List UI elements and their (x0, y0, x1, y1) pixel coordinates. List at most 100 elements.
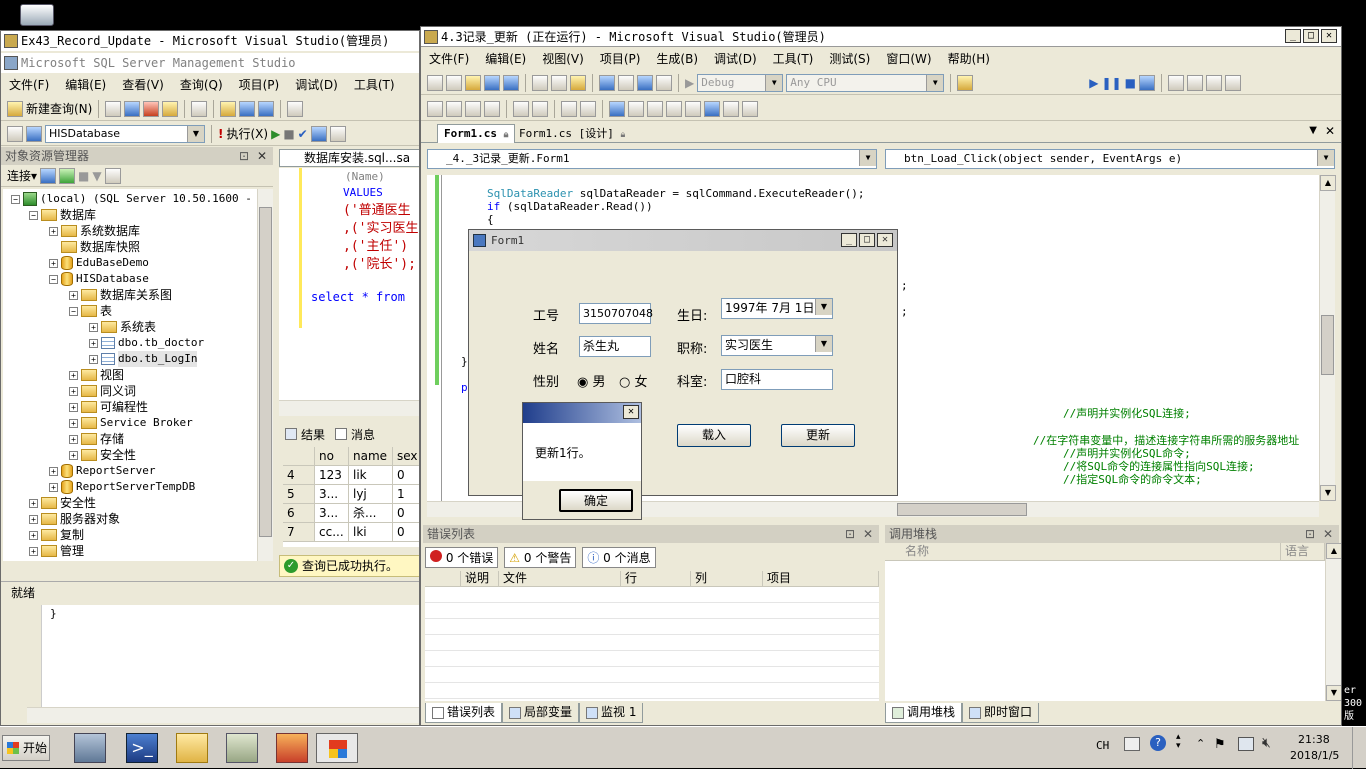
uncomment-icon[interactable] (580, 100, 596, 117)
menu-test[interactable]: 测试(S) (829, 48, 870, 70)
tree-tables[interactable]: − 表 (69, 303, 112, 319)
error-col-description[interactable]: 说明 (461, 571, 499, 587)
error-col-file[interactable]: 文件 (499, 571, 621, 587)
menu-file[interactable]: 文件(F) (9, 74, 49, 96)
scroll-thumb[interactable] (897, 503, 1027, 516)
close-icon[interactable]: ✕ (623, 405, 639, 419)
step-out-icon[interactable] (1224, 74, 1241, 91)
method-combo[interactable]: btn_Load_Click(object sender, EventArgs … (885, 149, 1335, 169)
start-debug-icon[interactable]: ▶ (685, 76, 694, 90)
tree-tb-login[interactable]: + dbo.tb_LogIn (89, 351, 198, 367)
show-next-statement-icon[interactable] (1167, 74, 1184, 91)
paste-icon[interactable] (570, 74, 586, 91)
menu-project[interactable]: 项目(P) (600, 48, 641, 70)
grid-cell[interactable]: lyj (349, 485, 393, 504)
options-icon[interactable]: ▴ ▾ (1176, 733, 1181, 751)
help-icon[interactable]: ? (1150, 735, 1166, 751)
debug-run-icon[interactable]: ▶ (271, 127, 280, 141)
menu-debug[interactable]: 调试(D) (295, 74, 338, 96)
save-all-icon[interactable] (258, 100, 275, 117)
show-hidden-icons[interactable]: ⌃ (1196, 737, 1205, 750)
results-grid[interactable]: no name sex 4 123 lik 0 5 3... lyj 1 6 3… (283, 447, 419, 547)
query-options-icon[interactable] (329, 125, 346, 142)
expand-icon[interactable]: + (89, 354, 98, 364)
radio-female[interactable]: ○ 女 (619, 371, 648, 390)
menu-view[interactable]: 查看(V) (122, 74, 164, 96)
navigate-forward-icon[interactable] (656, 74, 672, 91)
execute-button[interactable]: 执行(X) (226, 125, 268, 142)
grid-cell[interactable]: 1 (393, 485, 419, 504)
menu-tools[interactable]: 工具(T) (773, 48, 814, 70)
department-input[interactable]: 口腔科 (721, 369, 833, 390)
messages-filter-button[interactable]: ⓘ 0 个消息 (582, 546, 656, 568)
error-list-grid[interactable]: 说明 文件 行 列 项目 (425, 571, 879, 701)
expand-icon[interactable]: + (49, 258, 58, 268)
bookmark-folder-prev-icon[interactable] (666, 100, 682, 117)
stop-debugging-icon[interactable]: ■ (1125, 76, 1136, 90)
step-over-icon[interactable] (1205, 74, 1222, 91)
activity-monitor-icon[interactable] (287, 100, 304, 117)
tab-call-stack[interactable]: 调用堆栈 (885, 703, 963, 723)
error-col-line[interactable]: 行 (621, 571, 691, 587)
save-icon[interactable] (484, 74, 500, 91)
tab-watch[interactable]: 监视 1 (579, 703, 644, 723)
tree-security[interactable]: + 安全性 (29, 495, 96, 511)
menu-tools[interactable]: 工具(T) (354, 74, 395, 96)
database-combo[interactable]: HISDatabase (45, 124, 205, 143)
expand-icon[interactable]: + (69, 434, 78, 444)
tree-reportserver[interactable]: + ReportServer (49, 463, 155, 479)
collapse-icon[interactable]: − (11, 194, 20, 204)
recycle-bin-icon[interactable] (20, 4, 54, 26)
disconnect-icon[interactable] (59, 167, 76, 184)
ssms-taskbar-icon[interactable] (226, 733, 258, 763)
expand-icon[interactable]: + (49, 466, 58, 476)
grid-cell[interactable]: 0 (393, 504, 419, 523)
menu-build[interactable]: 生成(B) (656, 48, 698, 70)
expand-icon[interactable]: + (69, 386, 78, 396)
show-desktop-button[interactable] (1352, 727, 1366, 769)
redo-icon[interactable] (618, 74, 634, 91)
grid-cell[interactable]: 3... (315, 485, 349, 504)
query-file-icon[interactable] (105, 100, 122, 117)
collapse-icon[interactable]: − (49, 274, 58, 284)
collapse-icon[interactable]: − (29, 210, 38, 220)
menu-window[interactable]: 窗口(W) (886, 48, 931, 70)
navigate-back-icon[interactable] (637, 74, 653, 91)
radio-male[interactable]: ◉ 男 (577, 371, 606, 390)
tree-views[interactable]: + 视图 (69, 367, 124, 383)
connect-dropdown[interactable]: 连接▾ (7, 167, 37, 184)
align-centers-icon[interactable] (446, 100, 462, 117)
tree-system-tables[interactable]: + 系统表 (89, 319, 156, 335)
close-icon[interactable]: ✕ (863, 525, 873, 543)
font-size-icon[interactable] (484, 100, 500, 117)
expand-icon[interactable]: + (49, 226, 58, 236)
bookmark-folder-next-icon[interactable] (685, 100, 701, 117)
stop-icon[interactable]: ■ (78, 169, 89, 183)
update-button[interactable]: 更新 (781, 424, 855, 447)
messages-tab[interactable]: 消息 (351, 426, 375, 443)
expand-icon[interactable]: + (29, 498, 38, 508)
new-file-icon[interactable] (191, 100, 208, 117)
grid-row-number[interactable]: 5 (283, 485, 315, 504)
menu-project[interactable]: 项目(P) (239, 74, 280, 96)
minimize-icon[interactable]: _ (1285, 29, 1301, 43)
tree-diagrams[interactable]: + 数据库关系图 (69, 287, 172, 303)
grid-row-number[interactable]: 4 (283, 466, 315, 485)
tree-server[interactable]: − (local) (SQL Server 10.50.1600 - sa (11, 191, 257, 207)
menu-debug[interactable]: 调试(D) (714, 48, 757, 70)
sql-editor[interactable]: (Name) VALUES ('普通医生 ,('实习医生 ,('主任') ,('… (279, 168, 419, 400)
comment-icon[interactable] (561, 100, 577, 117)
close-icon[interactable]: ✕ (1321, 29, 1337, 43)
grid-header-sex[interactable]: sex (393, 447, 419, 466)
open-folder-icon[interactable] (220, 100, 237, 117)
network-icon[interactable] (1238, 737, 1254, 751)
connect-icon[interactable] (40, 167, 57, 184)
save-icon[interactable] (239, 100, 256, 117)
continue-icon[interactable]: ▶ (1089, 76, 1098, 90)
tree-db-security[interactable]: + 安全性 (69, 447, 136, 463)
grid-cell[interactable]: 杀... (349, 504, 393, 523)
grid-row-number[interactable]: 6 (283, 504, 315, 523)
expand-icon[interactable]: + (69, 290, 78, 300)
outdent-icon[interactable] (532, 100, 548, 117)
pin-icon[interactable]: ⊡ (845, 525, 855, 543)
